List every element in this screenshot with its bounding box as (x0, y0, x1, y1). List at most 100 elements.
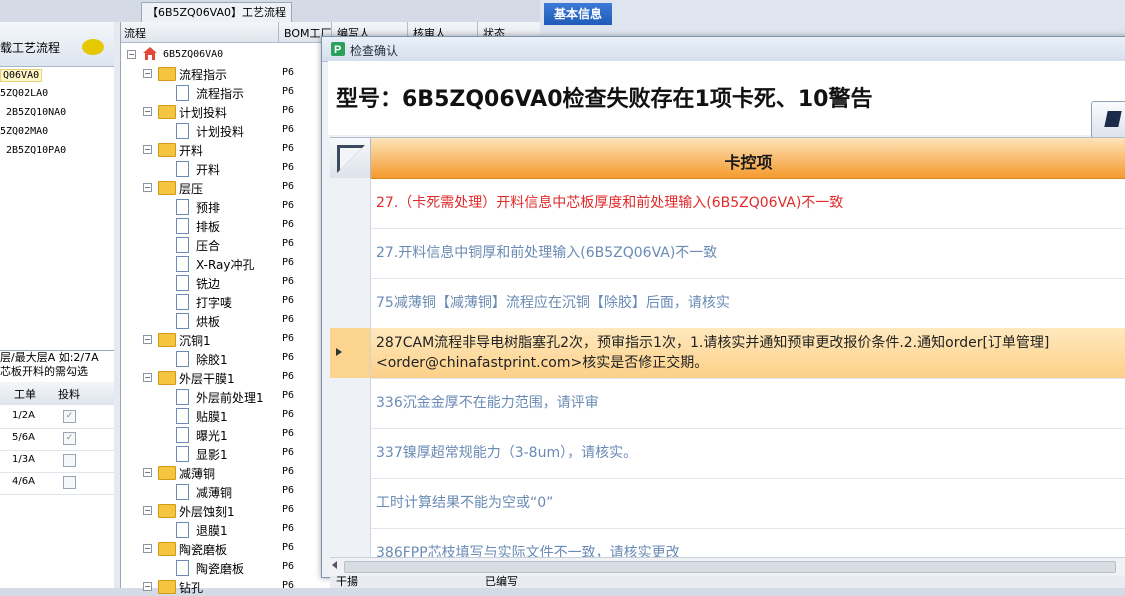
chat-bubble-icon[interactable] (82, 39, 104, 55)
dialog-titlebar[interactable]: P 检查确认 (322, 37, 1125, 62)
order-value: 5/6A (12, 432, 35, 443)
left-hint: 层/最大层A 如:2/7A 芯板开料的需勾选 (0, 350, 114, 381)
scroll-thumb[interactable] (344, 561, 1116, 573)
document-icon (176, 446, 189, 462)
collapse-icon[interactable]: − (143, 468, 152, 477)
row-indicator[interactable] (330, 528, 371, 558)
feed-checkbox[interactable] (63, 454, 76, 467)
tree-node-label: 减薄铜 (179, 467, 216, 481)
process-list-item[interactable]: 2B5ZQ10PA0 (6, 145, 66, 156)
tree-node-label: 压合 (196, 239, 221, 253)
tree-node-bom: P6 (282, 561, 295, 572)
col-flow-header[interactable]: 流程 (124, 25, 146, 41)
collapse-icon[interactable]: − (143, 145, 152, 154)
check-result-heading: 型号：6B5ZQ06VA0检查失败存在1项卡死、10警告 (336, 87, 873, 112)
scroll-left-arrow-icon[interactable] (332, 561, 337, 569)
col-feed-header: 投料 (58, 388, 80, 401)
control-item-row[interactable]: 386FPP芯枝填写与实际文件不一致，请核实更改 (330, 528, 1125, 558)
process-list-item[interactable]: 5ZQ02LA0 (0, 88, 48, 99)
tree-node-label: 减薄铜 (196, 486, 233, 500)
folder-icon (158, 466, 176, 480)
folder-icon (158, 181, 176, 195)
tree-node-label: 外层前处理1 (196, 391, 264, 405)
tree-node-bom: P6 (282, 200, 295, 211)
tree-node-label: 开料 (179, 144, 204, 158)
grid-column-header[interactable]: 卡控项 (371, 138, 1125, 179)
book-icon (1104, 111, 1122, 127)
tree-node-bom: P6 (282, 295, 295, 306)
order-row[interactable]: 5/6A ✓ (0, 428, 114, 451)
row-indicator[interactable] (330, 328, 371, 378)
tab-basic-info[interactable]: 基本信息 (544, 3, 612, 25)
collapse-icon[interactable]: − (143, 69, 152, 78)
tree-node-bom: P6 (282, 257, 295, 268)
feed-checkbox[interactable]: ✓ (63, 410, 76, 423)
control-item-row[interactable]: 工时计算结果不能为空或“0” (330, 478, 1125, 529)
order-row[interactable]: 1/2A ✓ (0, 406, 114, 429)
folder-icon (158, 105, 176, 119)
tree-node-label: 排板 (196, 220, 221, 234)
control-item-row[interactable]: 27.开料信息中铜厚和前处理输入(6B5ZQ06VA)不一致 (330, 228, 1125, 279)
collapse-icon[interactable]: − (127, 50, 136, 59)
tree-node-bom: P6 (282, 67, 295, 78)
order-value: 4/6A (12, 476, 35, 487)
control-item-row[interactable]: 337镍厚超常规能力（3-8um），请核实。 (330, 428, 1125, 479)
left-panel: 载工艺流程 Q06VA0 5ZQ02LA0 2B5ZQ10NA0 5ZQ02MA0 2B… (0, 22, 115, 588)
tree-node-bom: P6 (282, 523, 295, 534)
control-item-row[interactable]: 75减薄铜【减薄铜】流程应在沉铜【除胶】后面，请核实 (330, 278, 1125, 329)
row-indicator[interactable] (330, 228, 371, 278)
tree-node-bom: P6 (282, 352, 295, 363)
tree-node-label: 烘板 (196, 315, 221, 329)
tree-node-bom: P6 (282, 105, 295, 116)
folder-icon (158, 333, 176, 347)
control-item-row[interactable]: 287CAM流程非导电树脂塞孔2次，预审指示1次，1.请核实并通知预审更改报价条… (330, 328, 1125, 379)
left-panel-title: 载工艺流程 (0, 41, 61, 55)
folder-icon (158, 143, 176, 157)
svg-text:P: P (334, 44, 341, 56)
process-list-item[interactable]: 5ZQ02MA0 (0, 126, 48, 137)
collapse-icon[interactable]: − (143, 582, 152, 591)
document-icon (176, 123, 189, 139)
tree-node-bom: P6 (282, 390, 295, 401)
control-item-row[interactable]: 27.（卡死需处理）开料信息中芯板厚度和前处理输入(6B5ZQ06VA)不一致 (330, 178, 1125, 229)
collapse-icon[interactable]: − (143, 506, 152, 515)
control-item-text: 75减薄铜【减薄铜】流程应在沉铜【除胶】后面，请核实 (376, 278, 1121, 328)
control-item-message: 337镍厚超常规能力（3-8um），请核实。 (376, 445, 638, 461)
order-row[interactable]: 1/3A (0, 450, 114, 473)
process-list-item[interactable]: 2B5ZQ10NA0 (6, 107, 66, 118)
tree-node-bom: P6 (282, 428, 295, 439)
tree-node-label: 外层蚀刻1 (179, 505, 235, 519)
col-order-header: 工单 (14, 388, 36, 401)
document-icon (176, 199, 189, 215)
collapse-icon[interactable]: − (143, 335, 152, 344)
row-indicator[interactable] (330, 478, 371, 528)
control-item-row[interactable]: 336沉金金厚不在能力范围，请评审 (330, 378, 1125, 429)
control-item-message: 336沉金金厚不在能力范围，请评审 (376, 395, 599, 411)
tree-node-bom: P6 (282, 181, 295, 192)
folder-icon (158, 542, 176, 556)
control-item-text: 287CAM流程非导电树脂塞孔2次，预审指示1次，1.请核实并通知预审更改报价条… (376, 328, 1121, 378)
collapse-icon[interactable]: − (143, 544, 152, 553)
row-indicator[interactable] (330, 428, 371, 478)
process-list-item[interactable]: Q06VA0 (0, 69, 43, 82)
order-row[interactable]: 4/6A (0, 472, 114, 495)
control-items-grid: 卡控项 27.（卡死需处理）开料信息中芯板厚度和前处理输入(6B5ZQ06VA)… (330, 137, 1125, 558)
manual-button[interactable] (1091, 101, 1125, 139)
tree-node-bom: P6 (282, 276, 295, 287)
collapse-icon[interactable]: − (143, 183, 152, 192)
collapse-icon[interactable]: − (143, 107, 152, 116)
horizontal-scrollbar[interactable] (330, 557, 1125, 575)
tree-node-label: 打字唛 (196, 296, 233, 310)
collapse-icon[interactable]: − (143, 373, 152, 382)
bottom-status-text: 已编写 (485, 575, 518, 588)
row-indicator[interactable] (330, 178, 371, 228)
tree-node-bom: P6 (282, 219, 295, 230)
tree-node-bom: P6 (282, 86, 295, 97)
feed-checkbox[interactable] (63, 476, 76, 489)
row-indicator[interactable] (330, 378, 371, 428)
row-indicator[interactable] (330, 278, 371, 328)
folder-icon (158, 67, 176, 81)
control-item-message: 287CAM流程非导电树脂塞孔2次，预审指示1次，1.请核实并通知预审更改报价条… (376, 335, 1050, 371)
feed-checkbox[interactable]: ✓ (63, 432, 76, 445)
grid-corner[interactable] (330, 138, 371, 179)
